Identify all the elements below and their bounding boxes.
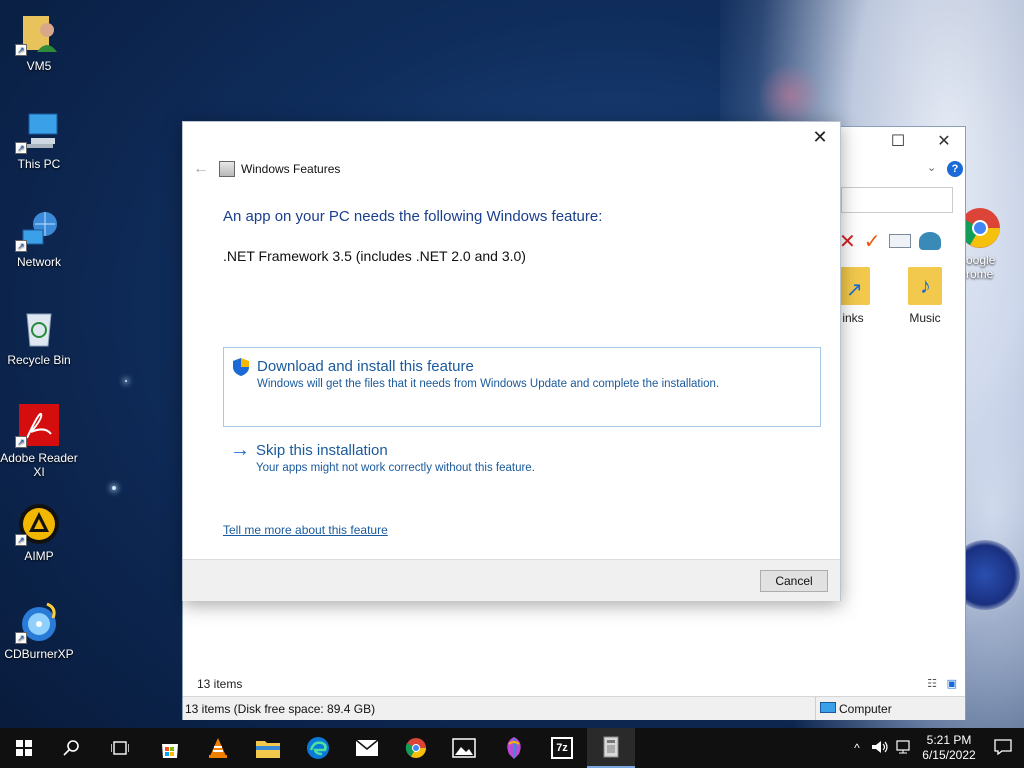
desktop-icon-network[interactable]: ↗ Network [0, 208, 78, 269]
desktop-icon-recycle-bin[interactable]: Recycle Bin [0, 306, 78, 367]
checkmark-icon[interactable]: ✓ [864, 229, 881, 254]
links-folder-icon: ↗ [836, 267, 870, 305]
store-icon [162, 744, 178, 758]
clock[interactable]: 5:21 PM 6/15/2022 [916, 733, 982, 763]
windows-features-icon [219, 161, 235, 177]
help-icon[interactable]: ? [947, 161, 963, 177]
item-count: 13 items [197, 677, 243, 691]
desktop-icon-google-chrome[interactable]: oogle rome [958, 206, 1018, 281]
cancel-button[interactable]: Cancel [760, 570, 828, 592]
taskbar-edge[interactable] [294, 728, 342, 768]
cdburnerxp-icon: ↗ [15, 600, 61, 644]
shell-icon[interactable] [918, 232, 941, 250]
task-view-icon [111, 741, 129, 755]
taskbar-photos[interactable] [440, 728, 488, 768]
windows-features-icon [603, 736, 619, 758]
close-button[interactable]: ✕ [806, 126, 834, 148]
option-description: Windows will get the files that it needs… [257, 378, 720, 390]
disk-status-bar: 13 items (Disk free space: 89.4 GB) Comp… [183, 696, 965, 720]
music-folder-icon: ♪ [908, 267, 942, 305]
computer-icon [820, 702, 836, 713]
tell-me-more-link[interactable]: Tell me more about this feature [223, 523, 388, 537]
delete-icon[interactable]: ✕ [839, 229, 856, 254]
arrow-right-icon: → [230, 439, 250, 461]
desktop-icon-adobe-reader[interactable]: ↗ Adobe Reader XI [0, 404, 78, 479]
wallpaper-star [125, 380, 127, 382]
taskbar-paint3d[interactable] [490, 728, 538, 768]
mail-icon [355, 739, 379, 756]
search-button[interactable] [48, 728, 96, 768]
taskbar-7zip[interactable]: 7z [538, 728, 586, 768]
chevron-up-icon[interactable]: ^ [846, 741, 868, 755]
volume-icon[interactable] [868, 740, 892, 757]
dialog-heading: An app on your PC needs the following Wi… [223, 208, 603, 225]
file-explorer-icon [256, 741, 280, 758]
taskbar-store[interactable] [146, 728, 194, 768]
vlc-icon [209, 738, 227, 758]
close-button[interactable]: ✕ [921, 131, 967, 151]
download-install-option[interactable]: Download and install this feature Window… [223, 347, 821, 427]
dialog-header: ← Windows Features [189, 158, 340, 180]
taskbar-vlc[interactable] [194, 728, 242, 768]
7zip-icon: 7z [551, 737, 573, 759]
option-description: Your apps might not work correctly witho… [256, 462, 535, 474]
adobe-reader-icon: ↗ [15, 404, 61, 448]
desktop-icon-this-pc[interactable]: ↗ This PC [0, 110, 78, 171]
computer-icon: ↗ [15, 110, 61, 154]
skip-installation-option[interactable]: → Skip this installation Your apps might… [223, 432, 821, 496]
toolbar: ✕ ✓ [839, 229, 941, 253]
notification-icon[interactable] [982, 738, 1024, 758]
option-title: Skip this installation [256, 442, 388, 459]
properties-icon[interactable] [888, 234, 911, 248]
edge-icon [307, 737, 329, 759]
taskbar-chrome[interactable] [392, 728, 440, 768]
dialog-title: Windows Features [241, 162, 341, 176]
user-folder-icon: ↗ [15, 12, 61, 56]
maximize-button[interactable]: ☐ [875, 131, 921, 151]
shield-icon [231, 357, 251, 377]
desktop-icon-aimp[interactable]: ↗ AIMP [0, 502, 78, 563]
dialog-footer: Cancel [183, 559, 840, 601]
search-icon [63, 740, 79, 756]
clock-time: 5:21 PM [926, 733, 972, 747]
back-arrow-icon[interactable]: ← [189, 160, 213, 178]
details-view-icon[interactable]: ☷ [927, 677, 937, 690]
taskbar: 7z ^ 5:21 PM 6/15/2022 [0, 728, 1024, 768]
taskbar-windows-features[interactable] [587, 728, 635, 768]
large-icons-view-icon[interactable]: ▣ [947, 677, 957, 690]
windows-features-dialog: ✕ ← Windows Features An app on your PC n… [182, 121, 841, 601]
network-icon: ↗ [15, 208, 61, 252]
option-title: Download and install this feature [257, 358, 474, 375]
paint3d-icon [507, 737, 521, 759]
taskbar-file-explorer[interactable] [244, 728, 292, 768]
feature-name: .NET Framework 3.5 (includes .NET 2.0 an… [223, 248, 526, 264]
network-icon[interactable] [892, 739, 916, 757]
wallpaper-star [112, 486, 116, 490]
start-button[interactable] [0, 728, 48, 768]
recycle-bin-icon [17, 306, 61, 350]
chrome-icon [405, 738, 426, 758]
wallpaper-accent [760, 60, 820, 130]
chevron-down-icon[interactable]: ⌄ [927, 161, 936, 174]
desktop-icon-vm5[interactable]: ↗ VM5 [0, 12, 78, 73]
task-view-button[interactable] [96, 728, 144, 768]
aimp-icon: ↗ [15, 502, 61, 546]
start-icon [16, 740, 32, 756]
desktop-icon-cdburnerxp[interactable]: ↗ CDBurnerXP [0, 600, 78, 661]
status-bar: 13 items ☷ ▣ [183, 673, 965, 695]
taskbar-mail[interactable] [343, 728, 391, 768]
clock-date: 6/15/2022 [922, 748, 976, 762]
photos-icon [452, 738, 476, 758]
system-tray: ^ 5:21 PM 6/15/2022 [846, 728, 1024, 768]
folder-music[interactable]: ♪ Music [895, 267, 955, 325]
search-box[interactable] [841, 187, 953, 213]
